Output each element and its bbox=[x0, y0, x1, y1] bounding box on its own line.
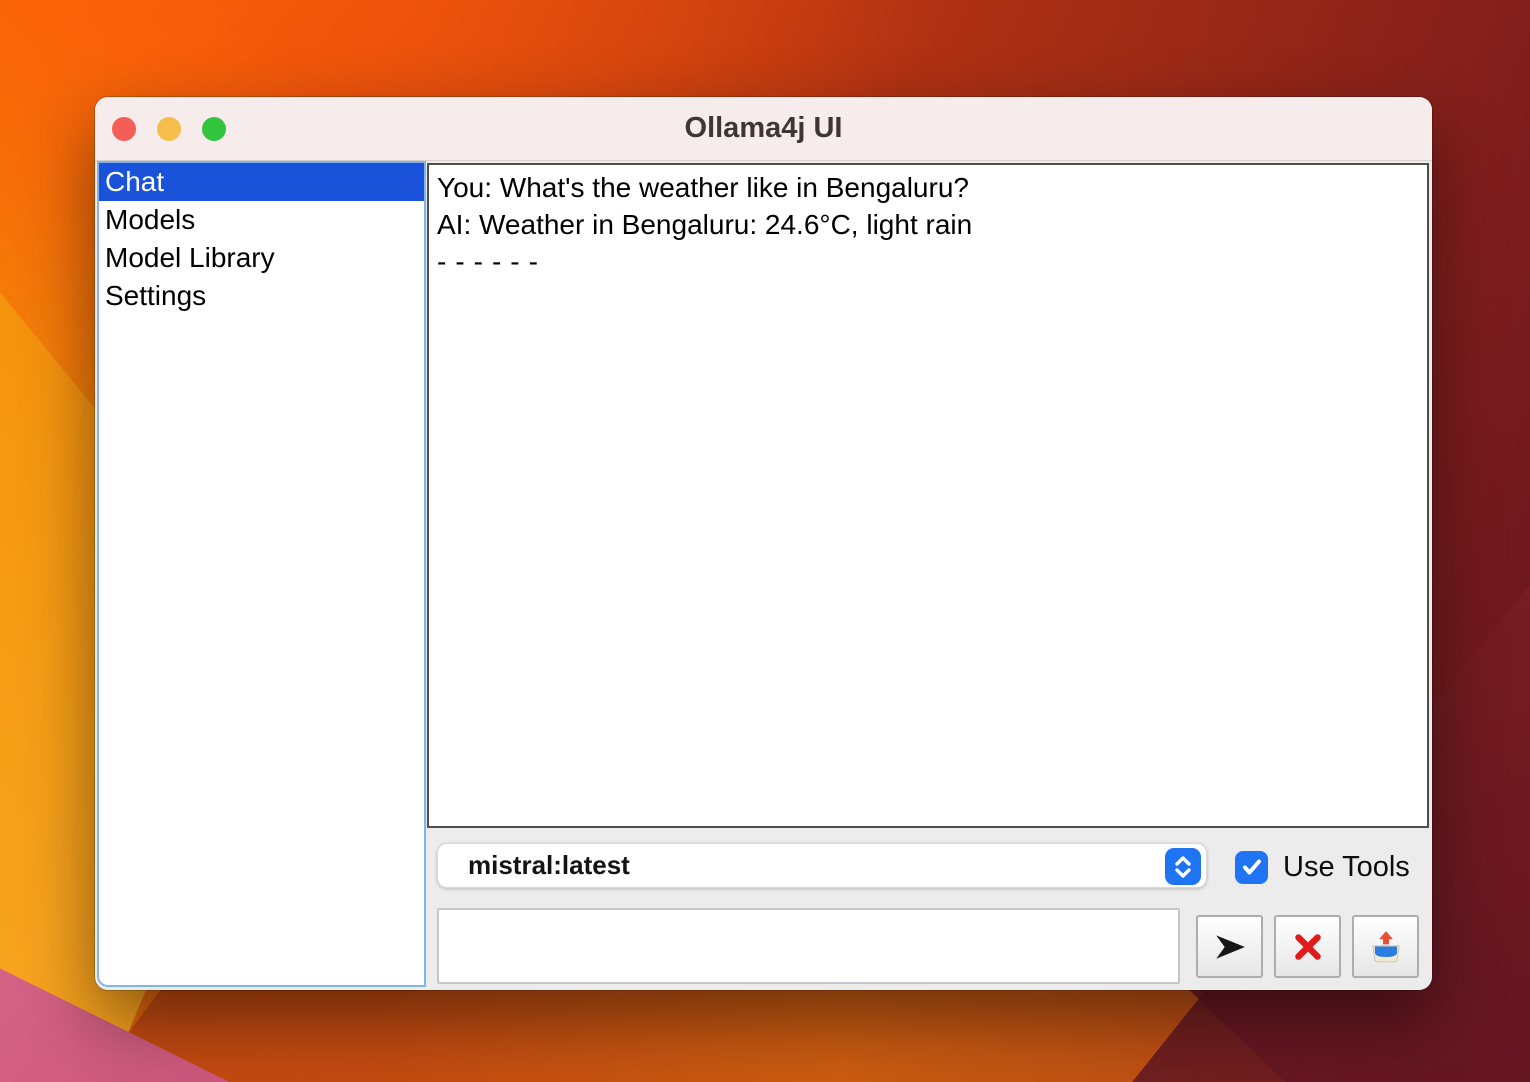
use-tools-group[interactable]: Use Tools bbox=[1235, 848, 1410, 886]
use-tools-checkbox[interactable] bbox=[1235, 851, 1268, 884]
red-x-icon bbox=[1291, 930, 1325, 964]
window-title: Ollama4j UI bbox=[685, 112, 843, 145]
sidebar-item-models[interactable]: Models bbox=[99, 201, 424, 239]
send-button[interactable] bbox=[1196, 915, 1263, 978]
zoom-button[interactable] bbox=[202, 117, 226, 141]
close-button[interactable] bbox=[112, 117, 136, 141]
window-titlebar[interactable]: Ollama4j UI bbox=[95, 97, 1432, 161]
chat-ai-message: AI: Weather in Bengaluru: 24.6°C, light … bbox=[437, 206, 1419, 243]
message-input[interactable] bbox=[437, 908, 1180, 984]
window-content: Chat Models Model Library Settings You: … bbox=[95, 161, 1432, 990]
upload-button[interactable] bbox=[1352, 915, 1419, 978]
window-controls bbox=[112, 117, 226, 141]
checkmark-icon bbox=[1239, 854, 1265, 880]
upload-tray-icon bbox=[1367, 928, 1405, 966]
minimize-button[interactable] bbox=[157, 117, 181, 141]
send-arrow-icon bbox=[1212, 930, 1248, 964]
up-down-chevrons-icon bbox=[1165, 848, 1201, 885]
chat-separator: ------ bbox=[437, 243, 1419, 280]
sidebar-item-model-library[interactable]: Model Library bbox=[99, 239, 424, 277]
clear-button[interactable] bbox=[1274, 915, 1341, 978]
chat-user-message: You: What's the weather like in Bengalur… bbox=[437, 169, 1419, 206]
use-tools-label: Use Tools bbox=[1283, 851, 1410, 884]
chat-transcript[interactable]: You: What's the weather like in Bengalur… bbox=[427, 163, 1429, 828]
sidebar-nav: Chat Models Model Library Settings bbox=[97, 161, 426, 987]
composer-panel: mistral:latest Use Tools bbox=[427, 828, 1432, 990]
app-window: Ollama4j UI Chat Models Model Library Se… bbox=[95, 97, 1432, 990]
model-select-value: mistral:latest bbox=[438, 850, 630, 881]
model-select-dropdown[interactable]: mistral:latest bbox=[437, 843, 1207, 888]
sidebar-item-settings[interactable]: Settings bbox=[99, 277, 424, 315]
sidebar-item-chat[interactable]: Chat bbox=[99, 163, 424, 201]
